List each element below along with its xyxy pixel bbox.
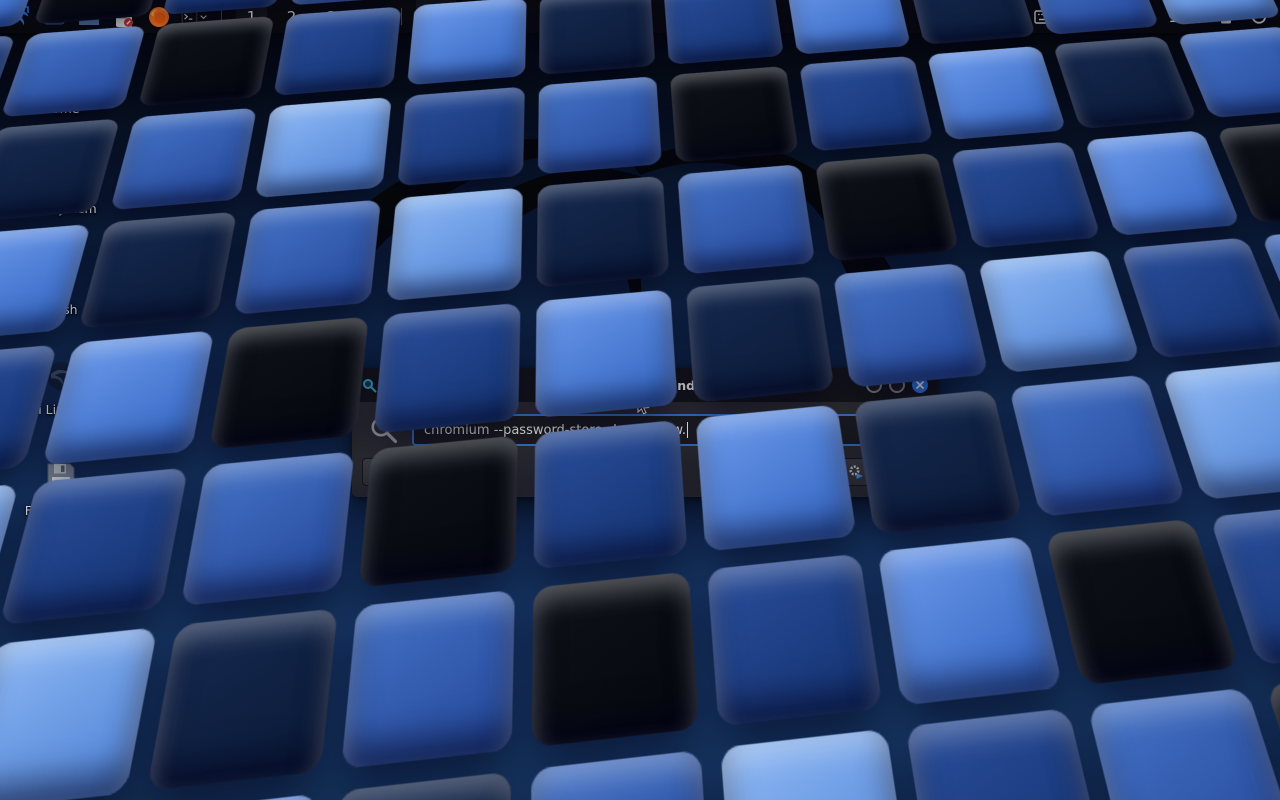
top-panel: 1 2 3 4 [0,0,1280,33]
terminal-icon [181,5,198,29]
workspace-button-4[interactable]: 4 [356,0,387,33]
desktop-icon-label: Floppy Disk [25,504,97,518]
file-system-icon [41,155,81,195]
terminal-launcher[interactable] [181,4,207,30]
power-icon [1250,8,1268,26]
desktop-icon-file-system[interactable]: File System [18,155,104,216]
workspace-label: 1 [247,8,257,26]
preferences-label: Preferences [395,465,471,480]
desktop-icon-floppy[interactable]: Floppy Disk [18,457,104,518]
application-finder-window: Application Finder chromium --password-s… [352,368,938,497]
workspace-label: 4 [367,8,377,26]
titlebar[interactable]: Application Finder [352,368,938,402]
waveform-icon [941,6,1019,28]
update-status-tray-button[interactable] [1135,8,1153,26]
file-manager-icon [77,5,101,29]
desktop-icon-label: Kali Linux a... [19,403,103,417]
logout-button[interactable] [1250,8,1268,26]
desktop-icon-list: Home File System Trash Kali Linux a... [18,55,104,518]
desktop-icon-label: Trash [44,303,77,317]
trash-icon [41,256,81,296]
lock-icon [1217,8,1235,26]
search-row: chromium --password-store=basic www. [361,411,929,454]
window-controls [866,377,928,393]
window-title: Application Finder [352,378,938,393]
firefox-launcher[interactable] [146,4,172,30]
search-icon [369,415,399,445]
launch-label: Launch [870,465,917,480]
home-icon [41,55,81,95]
application-finder-task-icon [426,7,446,27]
desktop-icon-home[interactable]: Home [18,55,104,116]
search-input[interactable]: chromium --password-store=basic www. [412,414,927,446]
preferences-button[interactable]: Preferences [362,458,482,486]
launch-button[interactable]: Launch [837,458,928,486]
panel-separator [221,8,222,25]
firefox-icon [147,5,171,29]
desktop-icon-kali-docs[interactable]: Kali Linux a... [18,356,104,417]
keyboard-tray-button[interactable] [1034,10,1054,24]
volume-icon [1069,8,1087,26]
kali-logo-icon [7,4,32,29]
taskbar-application-finder-button[interactable] [416,0,456,33]
desktop-icon-trash[interactable]: Trash [18,256,104,317]
notifications-tray-button[interactable] [1102,8,1120,26]
button-row: Preferences Launch [361,454,929,486]
close-icon [916,381,924,389]
audio-graph-widget[interactable] [941,6,1019,28]
finder-body: chromium --password-store=basic www. Pre… [352,402,938,497]
window-icon [42,5,66,29]
keyboard-icon [1034,10,1054,24]
close-button[interactable] [912,377,928,393]
maximize-button[interactable] [889,377,905,393]
panel-right-group: 1:45 [941,0,1280,33]
launch-icon [848,464,864,480]
text-caret [687,422,688,438]
panel-left-group: 1 2 3 4 [0,0,456,33]
arrow-down-icon [904,423,918,438]
search-input-value: chromium --password-store=basic www. [424,423,686,438]
window-icon-slot [362,378,377,393]
workspace-button-2[interactable]: 2 [276,0,307,33]
clock[interactable]: 1:45 [1168,8,1202,26]
history-dropdown-button[interactable] [904,423,918,438]
workspace-label: 3 [327,8,337,26]
file-manager-launcher[interactable] [76,4,102,30]
floppy-disk-icon [41,457,81,497]
kali-docs-icon [41,356,81,396]
gear-icon [373,464,389,480]
status-indicator-icon [1135,8,1153,26]
panel-separator [401,8,402,25]
workspace-label: 2 [287,8,297,26]
chevron-down-icon[interactable] [200,13,207,21]
text-editor-icon [112,5,136,29]
minimize-button[interactable] [866,377,882,393]
bell-icon [1102,8,1120,26]
lock-screen-button[interactable] [1217,8,1235,26]
application-finder-icon [362,378,377,393]
volume-tray-button[interactable] [1069,8,1087,26]
desktop-icon-label: Home [43,102,80,116]
workspace-button-1[interactable]: 1 [236,0,267,33]
workspace-button-3[interactable]: 3 [316,0,347,33]
kali-menu-button[interactable] [6,4,32,30]
window-launcher[interactable] [41,4,67,30]
text-editor-launcher[interactable] [111,4,137,30]
desktop-icon-label: File System [25,202,97,216]
